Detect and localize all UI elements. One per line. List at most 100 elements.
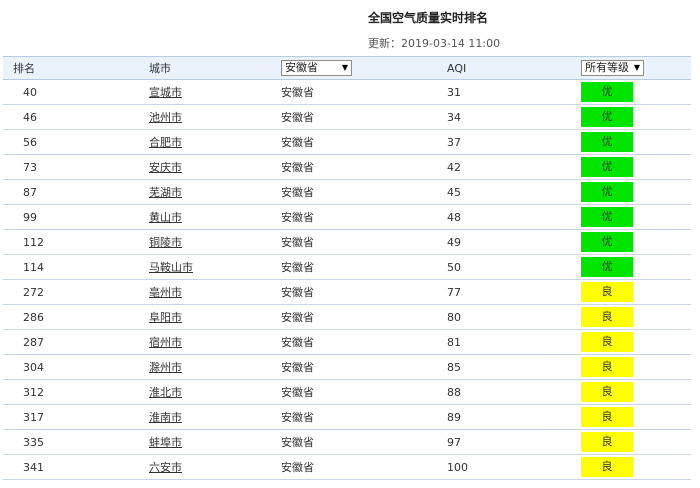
cell-level: 优 <box>571 104 691 130</box>
city-link[interactable]: 亳州市 <box>149 286 182 299</box>
level-badge: 优 <box>581 132 633 152</box>
cell-city: 池州市 <box>139 104 271 130</box>
city-link[interactable]: 合肥市 <box>149 136 182 149</box>
cell-city: 亳州市 <box>139 279 271 305</box>
cell-level: 良 <box>571 329 691 355</box>
city-link[interactable]: 滁州市 <box>149 361 182 374</box>
province-filter-select[interactable]: 安徽省 ▼ <box>281 60 352 76</box>
cell-city: 滁州市 <box>139 354 271 380</box>
table-row: 112 铜陵市 安徽省 49 优 <box>3 229 691 255</box>
cell-rank: 99 <box>3 204 139 230</box>
city-link[interactable]: 宣城市 <box>149 86 182 99</box>
cell-province: 安徽省 <box>271 104 437 130</box>
city-link[interactable]: 黄山市 <box>149 211 182 224</box>
city-link[interactable]: 安庆市 <box>149 161 182 174</box>
cell-aqi: 77 <box>437 279 571 305</box>
cell-province: 安徽省 <box>271 404 437 430</box>
cell-province: 安徽省 <box>271 154 437 180</box>
cell-rank: 112 <box>3 229 139 255</box>
cell-city: 合肥市 <box>139 129 271 155</box>
table-row: 335 蚌埠市 安徽省 97 良 <box>3 429 691 455</box>
cell-rank: 56 <box>3 129 139 155</box>
cell-province: 安徽省 <box>271 354 437 380</box>
cell-city: 芜湖市 <box>139 179 271 205</box>
cell-aqi: 80 <box>437 304 571 330</box>
city-link[interactable]: 芜湖市 <box>149 186 182 199</box>
cell-province: 安徽省 <box>271 229 437 255</box>
cell-level: 优 <box>571 204 691 230</box>
page-header: 全国空气质量实时排名 更新：2019-03-14 11:00 <box>0 0 700 56</box>
cell-city: 蚌埠市 <box>139 429 271 455</box>
cell-province: 安徽省 <box>271 454 437 480</box>
level-badge: 良 <box>581 457 633 477</box>
cell-level: 优 <box>571 254 691 280</box>
cell-aqi: 49 <box>437 229 571 255</box>
cell-rank: 312 <box>3 379 139 405</box>
cell-city: 宿州市 <box>139 329 271 355</box>
cell-aqi: 45 <box>437 179 571 205</box>
table-row: 272 亳州市 安徽省 77 良 <box>3 279 691 305</box>
cell-level: 良 <box>571 304 691 330</box>
cell-rank: 272 <box>3 279 139 305</box>
city-link[interactable]: 六安市 <box>149 461 182 474</box>
cell-city: 阜阳市 <box>139 304 271 330</box>
cell-aqi: 88 <box>437 379 571 405</box>
table-row: 87 芜湖市 安徽省 45 优 <box>3 179 691 205</box>
table-row: 341 六安市 安徽省 100 良 <box>3 454 691 480</box>
city-link[interactable]: 阜阳市 <box>149 311 182 324</box>
column-header-city: 城市 <box>139 56 271 80</box>
table-row: 317 淮南市 安徽省 89 良 <box>3 404 691 430</box>
cell-level: 良 <box>571 454 691 480</box>
cell-city: 铜陵市 <box>139 229 271 255</box>
cell-aqi: 50 <box>437 254 571 280</box>
cell-city: 黄山市 <box>139 204 271 230</box>
cell-level: 优 <box>571 229 691 255</box>
cell-rank: 335 <box>3 429 139 455</box>
city-link[interactable]: 铜陵市 <box>149 236 182 249</box>
city-link[interactable]: 宿州市 <box>149 336 182 349</box>
level-badge: 良 <box>581 357 633 377</box>
cell-level: 良 <box>571 354 691 380</box>
table-row: 312 淮北市 安徽省 88 良 <box>3 379 691 405</box>
cell-aqi: 48 <box>437 204 571 230</box>
cell-aqi: 100 <box>437 454 571 480</box>
cell-city: 宣城市 <box>139 79 271 105</box>
table-row: 286 阜阳市 安徽省 80 良 <box>3 304 691 330</box>
city-link[interactable]: 马鞍山市 <box>149 261 193 274</box>
city-link[interactable]: 淮北市 <box>149 386 182 399</box>
table-row: 73 安庆市 安徽省 42 优 <box>3 154 691 180</box>
level-filter-select[interactable]: 所有等级 ▼ <box>581 60 644 76</box>
table-row: 287 宿州市 安徽省 81 良 <box>3 329 691 355</box>
cell-province: 安徽省 <box>271 179 437 205</box>
cell-aqi: 37 <box>437 129 571 155</box>
cell-province: 安徽省 <box>271 329 437 355</box>
level-badge: 优 <box>581 82 633 102</box>
level-badge: 良 <box>581 432 633 452</box>
cell-province: 安徽省 <box>271 379 437 405</box>
cell-rank: 73 <box>3 154 139 180</box>
cell-rank: 304 <box>3 354 139 380</box>
cell-province: 安徽省 <box>271 79 437 105</box>
table-row: 46 池州市 安徽省 34 优 <box>3 104 691 130</box>
dropdown-arrow-icon: ▼ <box>633 63 640 72</box>
level-badge: 良 <box>581 282 633 302</box>
cell-level: 良 <box>571 429 691 455</box>
update-time: 更新：2019-03-14 11:00 <box>368 37 501 50</box>
city-link[interactable]: 池州市 <box>149 111 182 124</box>
level-badge: 优 <box>581 107 633 127</box>
cell-rank: 341 <box>3 454 139 480</box>
level-filter-value: 所有等级 <box>585 61 629 74</box>
city-link[interactable]: 蚌埠市 <box>149 436 182 449</box>
cell-rank: 87 <box>3 179 139 205</box>
cell-aqi: 81 <box>437 329 571 355</box>
column-header-level: 所有等级 ▼ <box>571 56 691 80</box>
province-filter-value: 安徽省 <box>285 61 318 74</box>
level-badge: 优 <box>581 157 633 177</box>
cell-rank: 317 <box>3 404 139 430</box>
city-link[interactable]: 淮南市 <box>149 411 182 424</box>
cell-aqi: 42 <box>437 154 571 180</box>
table-header-row: 排名 城市 安徽省 ▼ AQI 所有等级 ▼ <box>3 56 691 80</box>
table-row: 304 滁州市 安徽省 85 良 <box>3 354 691 380</box>
cell-level: 良 <box>571 404 691 430</box>
cell-rank: 40 <box>3 79 139 105</box>
